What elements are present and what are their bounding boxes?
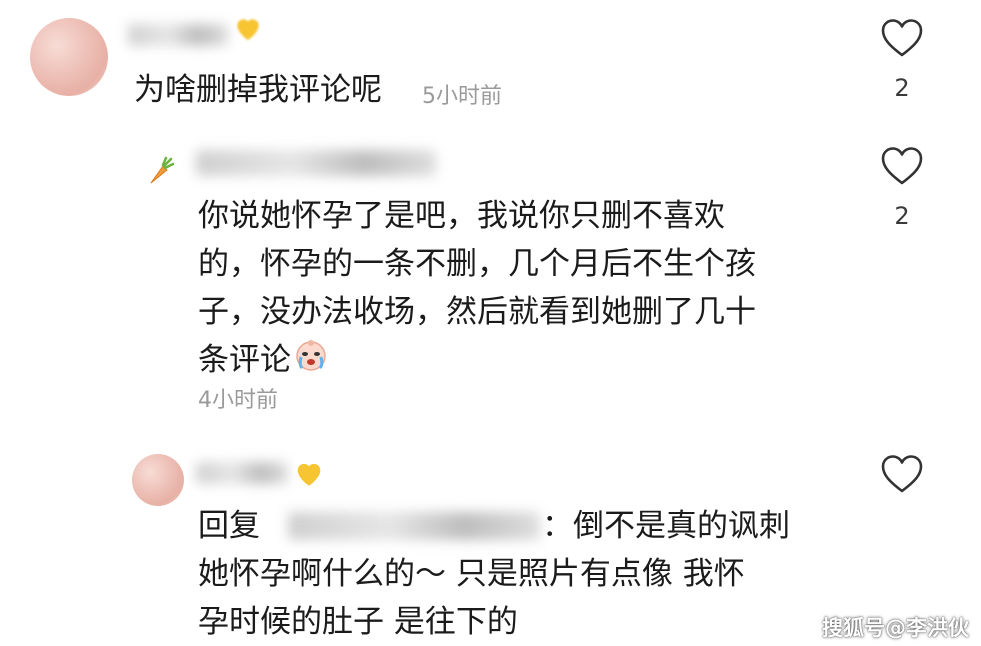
reply-line-2: 的，怀孕的一条不删，几个月后不生个孩 bbox=[198, 246, 756, 282]
like-count: 2 bbox=[894, 74, 910, 102]
like-button[interactable] bbox=[880, 18, 924, 58]
blurred-mention bbox=[288, 512, 540, 540]
like-button[interactable] bbox=[880, 146, 924, 186]
comment-line-2: 她怀孕啊什么的～ 只是照片有点像 我怀 bbox=[198, 556, 745, 592]
comment-time: 5小时前 bbox=[422, 84, 502, 109]
heart-icon bbox=[881, 19, 923, 57]
avatar[interactable] bbox=[132, 454, 184, 506]
reply-line-4: 条评论 bbox=[198, 336, 329, 387]
yellow-heart-icon bbox=[292, 456, 326, 490]
avatar[interactable] bbox=[30, 18, 108, 96]
reply-line-1: 你说她怀孕了是吧，我说你只删不喜欢 bbox=[198, 198, 725, 234]
blurred-username bbox=[196, 462, 288, 484]
reply-time: 4小时前 bbox=[198, 388, 278, 413]
heart-icon bbox=[881, 455, 923, 493]
blurred-username bbox=[128, 24, 228, 46]
reply-line-3: 子，没办法收场，然后就看到她删了几十 bbox=[198, 294, 756, 330]
carrot-icon bbox=[146, 156, 176, 186]
comment-text: 为啥删掉我评论呢 bbox=[134, 72, 382, 108]
like-button[interactable] bbox=[880, 454, 924, 494]
heart-icon bbox=[881, 147, 923, 185]
crying-emoji-icon bbox=[293, 337, 329, 387]
yellow-heart-icon bbox=[232, 12, 264, 44]
watermark: 搜狐号@李洪伙 bbox=[822, 616, 969, 640]
like-count: 2 bbox=[894, 202, 910, 230]
reply-line-4-text: 条评论 bbox=[198, 342, 291, 378]
reply-prefix: 回复 bbox=[198, 508, 260, 544]
comment-line-3: 孕时候的肚子 是往下的 bbox=[198, 604, 518, 640]
blurred-username bbox=[196, 150, 436, 176]
comment-line-1: ：倒不是真的讽刺 bbox=[542, 508, 790, 544]
